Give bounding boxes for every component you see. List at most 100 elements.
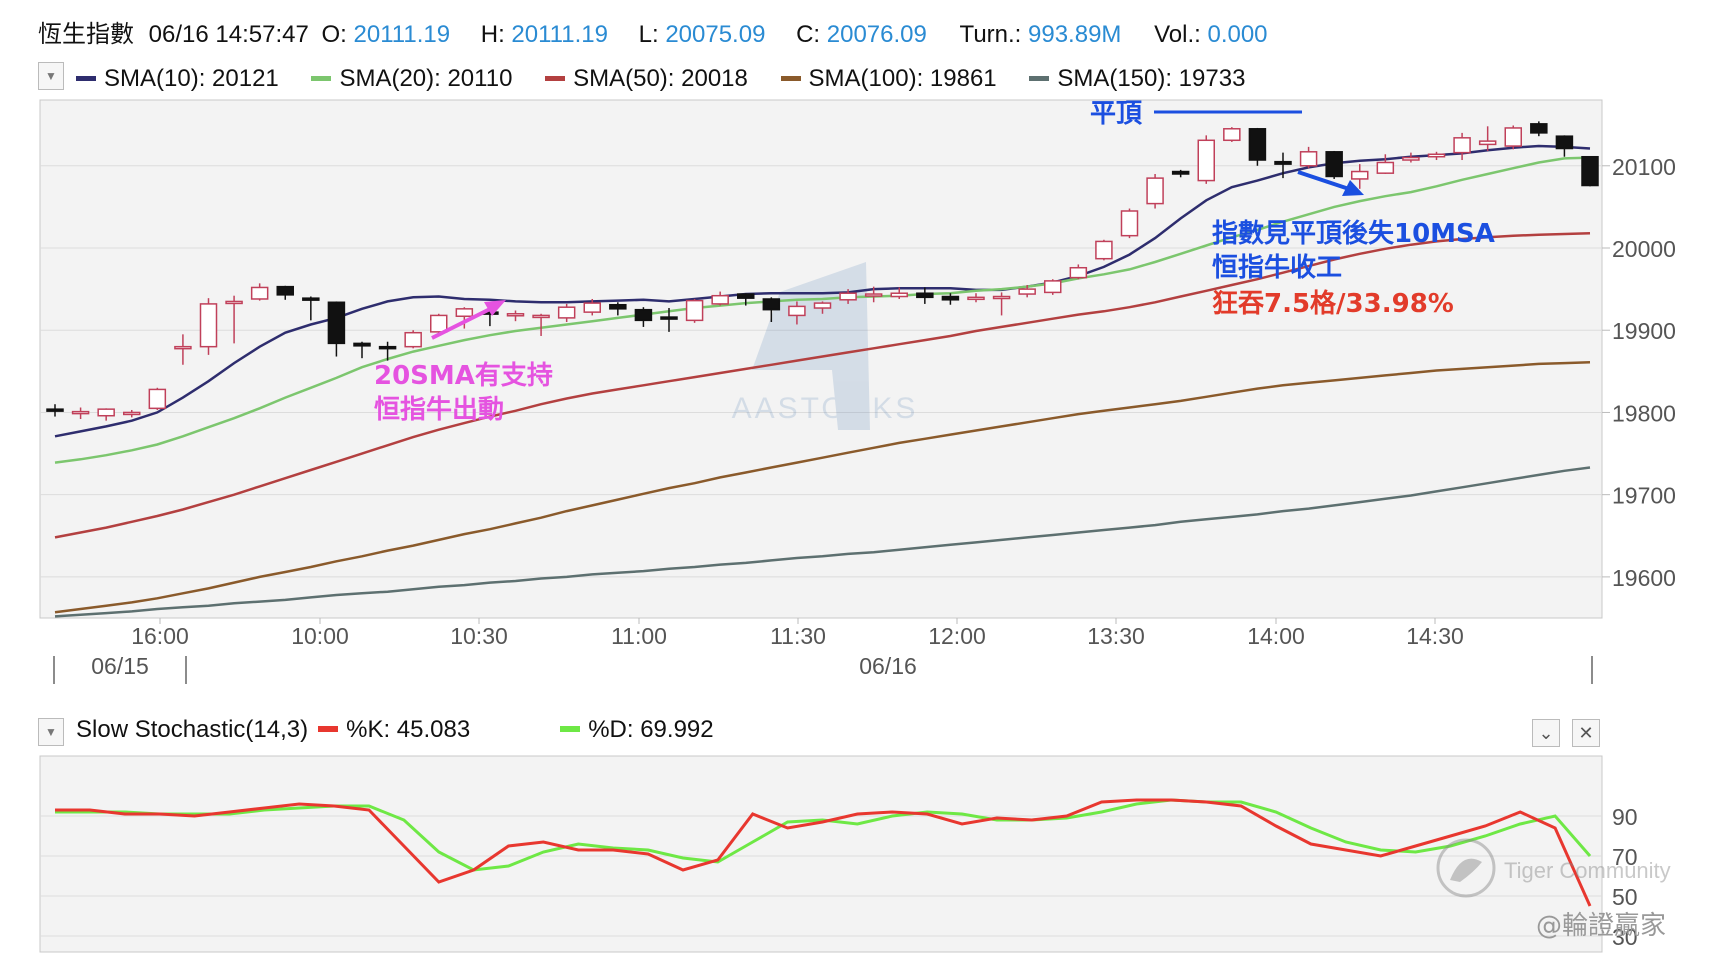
candle-body [1248,128,1267,161]
candle-body [839,292,857,301]
chevron-down-icon: ⌄ [1538,722,1554,743]
candle-body [813,302,832,309]
close-icon: ✕ [1578,722,1594,743]
time-x-axis: 16:00 10:00 10:30 11:00 11:30 12:00 13:30 14:00… [53,618,1593,684]
candle-body [762,298,781,311]
date-label: 06/15 [91,653,149,679]
x-tick-label: 14:00 [1247,623,1305,649]
candle-body [1402,156,1420,161]
candle-body [353,342,371,347]
candle-body [302,297,320,301]
candle-body [1530,123,1548,134]
collapse-panel-button[interactable]: ⌄ [1532,719,1560,747]
candle-body [941,295,960,301]
candle-body [455,308,474,317]
watermark-text: AASTOCKS [732,392,919,425]
candle-body [992,295,1011,300]
candle-body [1351,170,1369,180]
stoch-legend: Slow Stochastic(14,3) %K: 45.083 %D: 69.99… [76,716,714,744]
x-tick-label: 12:00 [928,623,986,649]
x-tick-label: 11:00 [611,623,667,649]
price-tick-label: 20100 [1612,154,1676,180]
candle-body [737,293,755,299]
price-tick-label: 19600 [1612,565,1676,591]
d-label: %D: 69.992 [588,716,714,743]
candle-body [250,286,269,300]
candle-body [1581,155,1599,187]
stoch-dropdown-button[interactable]: ▼ [38,718,64,746]
candle-body [148,388,167,410]
candle-body [609,303,627,310]
candle-body [430,314,448,333]
x-tick-label: 10:00 [291,623,349,649]
candle-body [532,314,550,319]
candle-body [1274,160,1292,165]
price-chart[interactable]: AASTOCKS 196001970019800199002000020100 … [0,0,1714,964]
candle-body [1478,140,1497,146]
date-label: 06/16 [859,653,917,679]
candle-body [506,313,525,317]
stoch-tick-label: 90 [1612,804,1638,830]
author-handle: @輪證贏家 [1536,911,1666,941]
candle-body [890,292,908,298]
candle-body [864,293,883,297]
x-tick-label: 14:30 [1406,623,1464,649]
candle-body [711,294,729,305]
candle-body [916,292,934,299]
candle-body [378,345,397,350]
candle-body [404,331,422,348]
candle-body [634,308,653,322]
x-tick-label: 13:30 [1087,623,1145,649]
candle-body [660,316,678,320]
price-tick-label: 19800 [1612,400,1676,426]
candle-body [1171,170,1190,175]
pink-annotation-line2: 恒指牛出動 [374,395,504,425]
candle-body [1376,161,1395,174]
candle-body [1453,137,1471,154]
candle-body [1146,177,1164,205]
candle-body [46,408,64,412]
candle-body [583,302,601,313]
close-panel-button[interactable]: ✕ [1572,719,1600,747]
candle-body [1223,128,1241,142]
candle-body [1299,151,1318,167]
tiger-community-text: Tiger Community [1504,858,1671,883]
x-tick-label: 11:30 [770,623,826,649]
candle-body [967,296,985,301]
flat-top-label: 平頂 [1090,99,1143,129]
candle-body [174,345,192,350]
price-tick-label: 19700 [1612,483,1676,509]
price-tick-label: 20000 [1612,236,1676,262]
k-swatch [318,725,339,732]
candle-body [1555,135,1574,150]
pink-annotation-line1: 20SMA有支持 [374,361,553,391]
candle-body [1069,266,1088,279]
candle-body [1427,153,1446,158]
candle-body [225,300,243,305]
d-swatch [560,725,581,732]
candle-body [327,301,346,345]
stoch-tick-label: 50 [1612,884,1638,910]
candle-body [71,410,90,415]
red-annotation: 狂吞7.5格/33.98% [1212,288,1454,319]
x-tick-label: 10:30 [450,623,508,649]
candle-body [123,411,141,416]
stoch-title: Slow Stochastic(14,3) [76,716,309,743]
candle-body [557,306,576,319]
candle-body [199,303,218,348]
price-y-axis: 19600 19700 19800 19900 20000 20100 [1602,154,1676,591]
candle-body [276,285,294,296]
candle-body [1044,280,1062,294]
blue-annotation-line2: 恒指牛收工 [1212,253,1342,283]
candle-body [1095,240,1113,260]
candle-body [1504,127,1522,147]
candle-body [685,299,704,322]
candle-body [1197,139,1215,182]
candle-body [788,305,806,317]
blue-annotation-line1: 指數見平頂後失10MSA [1212,218,1495,249]
candle-body [1120,210,1139,237]
x-tick-label: 16:00 [131,623,189,649]
price-tick-label: 19900 [1612,318,1676,344]
candle-body [97,408,115,417]
candle-body [1325,151,1343,178]
